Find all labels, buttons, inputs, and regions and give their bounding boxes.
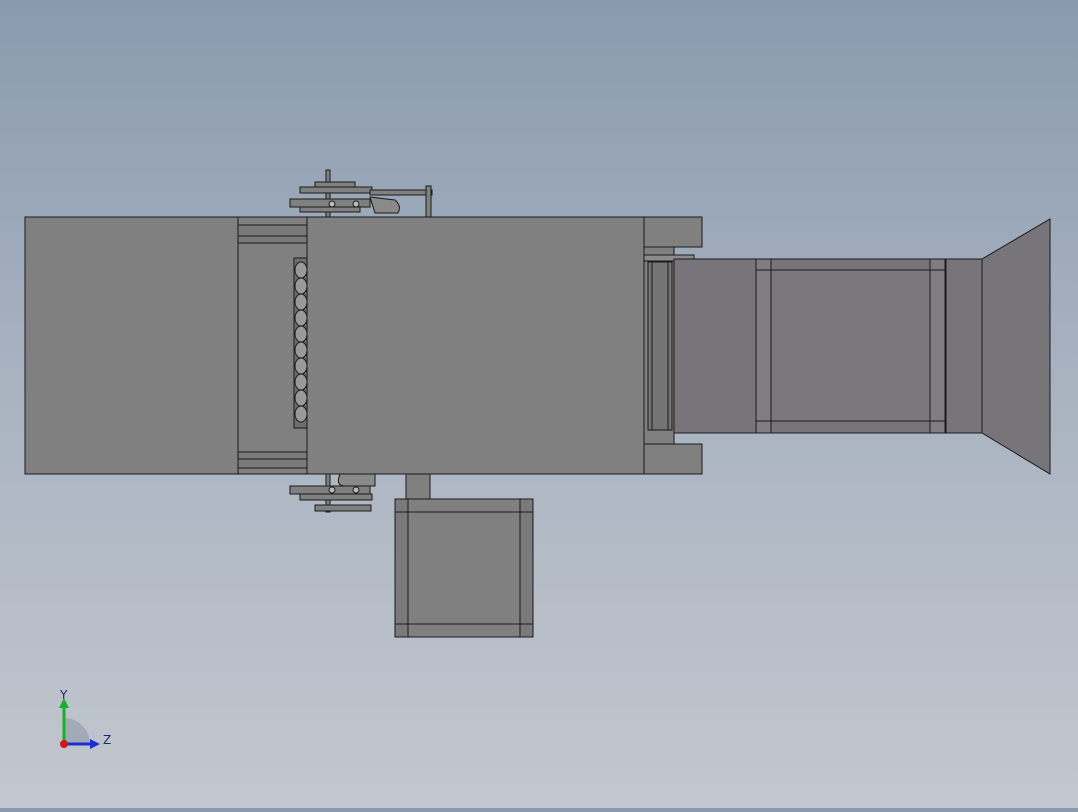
bottom-sprocket-assembly[interactable] xyxy=(289,473,376,513)
z-axis-label: Z xyxy=(103,733,111,747)
bottom-gearbox[interactable] xyxy=(394,473,534,638)
coordinate-triad: Y Z xyxy=(50,686,120,756)
right-motor-housing[interactable] xyxy=(673,258,947,434)
x-axis-dot xyxy=(60,740,68,748)
outlet-hopper[interactable] xyxy=(945,218,1051,475)
roller-chain[interactable] xyxy=(293,257,309,429)
main-body-block[interactable] xyxy=(306,216,645,475)
cad-graphics-viewport[interactable] xyxy=(0,0,1078,808)
top-sprocket-assembly[interactable] xyxy=(289,169,433,218)
assembly-drawing[interactable] xyxy=(0,0,1078,808)
left-housing-block[interactable] xyxy=(24,216,239,475)
axis-triad-icon: Y Z xyxy=(59,688,111,749)
y-axis-label: Y xyxy=(59,688,68,702)
